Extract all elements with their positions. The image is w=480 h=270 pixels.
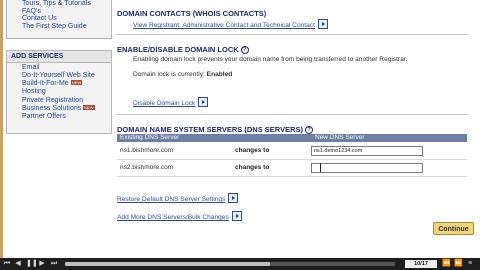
domain-lock-title-text: ENABLE/DISABLE DOMAIN LOCK [117, 45, 239, 54]
sidebar-link-faqs[interactable]: FAQ's [7, 8, 111, 16]
changes-to-label: changes to [235, 147, 270, 154]
domain-lock-status-label: Domain lock is currently: [133, 71, 205, 78]
help-icon[interactable]: ? [240, 46, 249, 54]
sidebar-item-label: Private Registration [22, 96, 84, 104]
pause-icon[interactable]: ❚❚ [26, 260, 38, 268]
video-player-bar: ⏮ ◀ ❚❚ ▶ ⏭ 10/17 ⏪ ⏩ ≡ [0, 258, 480, 270]
sidebar-add-services-box: ADD SERVICES Email Do-It-Yourself Web Si… [6, 50, 112, 134]
sidebar-item-label: Do-It-Yourself Web Site [22, 71, 95, 79]
arrow-right-icon[interactable] [231, 211, 242, 221]
dns-servers-title: DOMAIN NAME SYSTEM SERVERS (DNS SERVERS)… [117, 125, 314, 134]
play-icon[interactable]: ▶ [38, 260, 46, 268]
new-badge: NEW [83, 105, 95, 111]
table-row: ns1.bishmore.com changes to [117, 143, 467, 160]
seek-progress [65, 262, 270, 266]
sidebar-link-tours[interactable]: Tours, Tips & Tutorials [7, 0, 111, 8]
dns-servers-title-text: DOMAIN NAME SYSTEM SERVERS (DNS SERVERS) [117, 125, 304, 134]
sidebar-item-label: Build-It-For-Me [22, 80, 69, 88]
domain-lock-description: Enabling domain lock prevents your domai… [133, 56, 408, 63]
sidebar-link-contact[interactable]: Contact Us [7, 15, 111, 23]
add-more-dns-text: Add More DNS Servers/Bulk Changes [117, 214, 229, 221]
sidebar-item-diy-website[interactable]: Do-It-Yourself Web Site [7, 72, 111, 80]
sidebar-item-label: Hosting [22, 88, 46, 96]
sidebar-item-hosting[interactable]: Hosting [7, 88, 111, 96]
sidebar-item-business-solutions[interactable]: Business Solutions NEW [7, 105, 111, 113]
sidebar-item-email[interactable]: Email [7, 64, 111, 72]
new-dns-server-input-1[interactable] [311, 146, 423, 156]
sidebar-item-label: Partner Offers [22, 113, 66, 121]
add-services-heading: ADD SERVICES [7, 51, 111, 63]
domain-lock-status-value: Enabled [206, 71, 233, 78]
add-more-dns-link[interactable]: Add More DNS Servers/Bulk Changes [117, 211, 242, 221]
previous-slide-icon[interactable]: ⏪ [442, 260, 451, 268]
column-header-existing: Existing DNS Server [120, 134, 180, 141]
view-contacts-link[interactable]: View Registrant, Administrative Contact … [133, 19, 328, 29]
arrow-right-icon[interactable] [228, 193, 239, 203]
skip-back-icon[interactable]: ⏮ [3, 260, 11, 268]
sidebar-item-build-it[interactable]: Build-It-For-Me NEW [7, 80, 111, 88]
existing-dns-server: ns2.bishmore.com [120, 164, 174, 171]
changes-to-label: changes to [235, 164, 270, 171]
rewind-icon[interactable]: ◀ [14, 260, 22, 268]
disable-domain-lock-link[interactable]: Disable Domain Lock [133, 97, 209, 107]
next-slide-icon[interactable]: ⏩ [454, 260, 463, 268]
sidebar-link-first-step[interactable]: The First Step Guide [7, 23, 111, 31]
sidebar-item-label: Email [22, 63, 40, 71]
domain-lock-status: Domain lock is currently: Enabled [133, 71, 232, 78]
restore-default-dns-link[interactable]: Restore Default DNS Server Settings [117, 193, 239, 203]
existing-dns-server: ns1.bishmore.com [120, 147, 174, 154]
view-contacts-link-text: View Registrant, Administrative Contact … [133, 22, 315, 29]
new-badge: NEW [70, 80, 83, 86]
domain-lock-title: ENABLE/DISABLE DOMAIN LOCK? [117, 45, 249, 54]
sidebar: Tours, Tips & Tutorials FAQ's Contact Us… [3, 0, 112, 258]
column-header-new: New DNS Server [315, 134, 365, 141]
slide-counter: 10/17 [405, 260, 437, 268]
sidebar-item-private-registration[interactable]: Private Registration [7, 97, 111, 105]
arrow-right-icon[interactable] [317, 19, 328, 29]
skip-forward-icon[interactable]: ⏭ [50, 260, 58, 268]
menu-icon[interactable]: ≡ [466, 260, 474, 268]
sidebar-item-label: Business Solutions [22, 105, 82, 113]
help-icon[interactable]: ? [305, 126, 314, 134]
sidebar-help-box: Tours, Tips & Tutorials FAQ's Contact Us… [6, 0, 112, 39]
continue-button[interactable]: Continue [433, 222, 474, 235]
section-divider [117, 114, 467, 115]
table-row: ns2.bishmore.com changes to [117, 160, 467, 177]
sidebar-item-partner-offers[interactable]: Partner Offers [7, 113, 111, 121]
restore-default-dns-text: Restore Default DNS Server Settings [117, 196, 226, 203]
domain-contacts-title: DOMAIN CONTACTS (WHOIS CONTACTS) [117, 9, 267, 18]
disable-domain-lock-text: Disable Domain Lock [133, 100, 196, 107]
new-dns-server-input-2[interactable] [311, 163, 423, 173]
section-divider [117, 34, 467, 35]
dns-table-header: Existing DNS Server New DNS Server [117, 134, 467, 142]
text-cursor-icon [320, 163, 321, 172]
arrow-right-icon[interactable] [198, 97, 209, 107]
seek-bar[interactable] [65, 262, 395, 266]
